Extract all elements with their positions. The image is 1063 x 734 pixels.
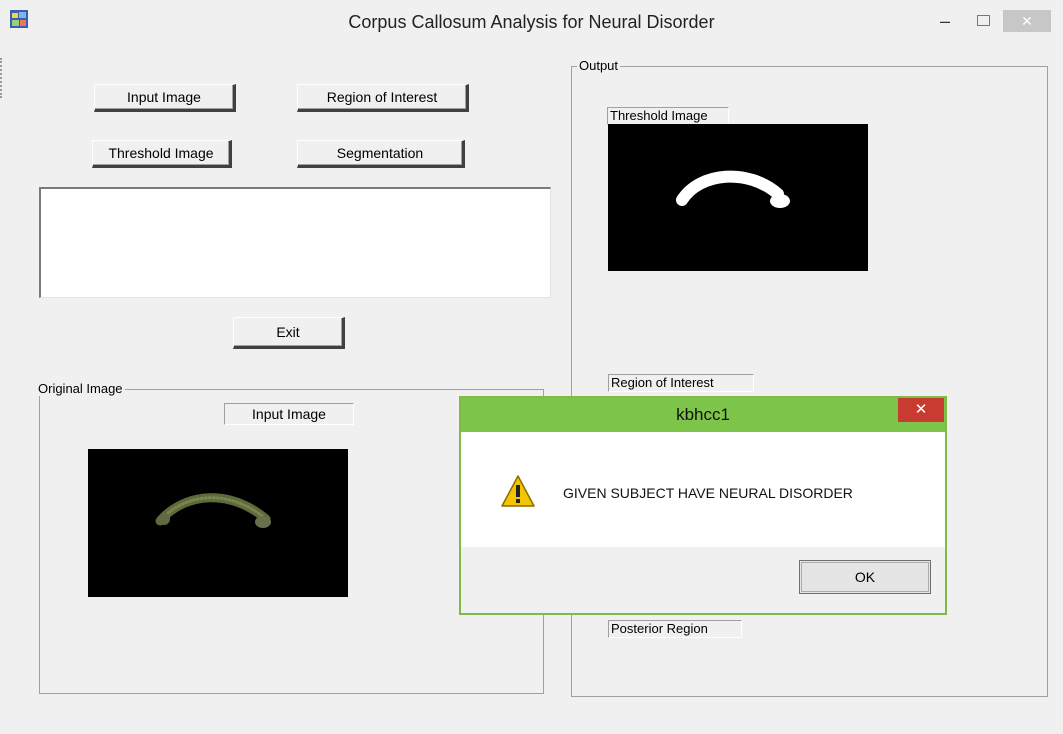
original-image bbox=[88, 449, 348, 597]
close-button[interactable]: ✕ bbox=[1003, 10, 1051, 32]
exit-button[interactable]: Exit bbox=[233, 317, 345, 349]
output-group-label: Output bbox=[577, 58, 621, 73]
input-image-button[interactable]: Input Image bbox=[94, 84, 236, 112]
segmentation-button[interactable]: Segmentation bbox=[297, 140, 465, 168]
original-image-group-label: Original Image bbox=[36, 381, 125, 396]
warning-icon bbox=[501, 474, 535, 508]
title-bar: Corpus Callosum Analysis for Neural Diso… bbox=[0, 0, 1063, 42]
posterior-region-label: Posterior Region bbox=[608, 620, 742, 638]
window-edge bbox=[0, 58, 8, 98]
result-textarea[interactable] bbox=[39, 187, 551, 298]
dialog-title-bar: kbhcc1 ✕ bbox=[461, 398, 945, 432]
window-title: Corpus Callosum Analysis for Neural Diso… bbox=[348, 12, 715, 32]
message-dialog: kbhcc1 ✕ GIVEN SUBJECT HAVE NEURAL DISOR… bbox=[459, 396, 947, 615]
dialog-close-button[interactable]: ✕ bbox=[898, 398, 944, 422]
maximize-icon bbox=[977, 15, 990, 26]
maximize-button[interactable] bbox=[969, 10, 997, 32]
threshold-image bbox=[608, 124, 868, 271]
region-of-interest-button[interactable]: Region of Interest bbox=[297, 84, 469, 112]
dialog-message: GIVEN SUBJECT HAVE NEURAL DISORDER bbox=[563, 485, 853, 501]
dialog-title: kbhcc1 bbox=[676, 405, 730, 424]
input-image-label: Input Image bbox=[224, 403, 354, 425]
region-of-interest-label: Region of Interest bbox=[608, 374, 754, 392]
threshold-image-label: Threshold Image bbox=[607, 107, 729, 125]
ok-button[interactable]: OK bbox=[799, 560, 931, 594]
threshold-image-button[interactable]: Threshold Image bbox=[92, 140, 232, 168]
minimize-button[interactable]: – bbox=[931, 10, 959, 32]
